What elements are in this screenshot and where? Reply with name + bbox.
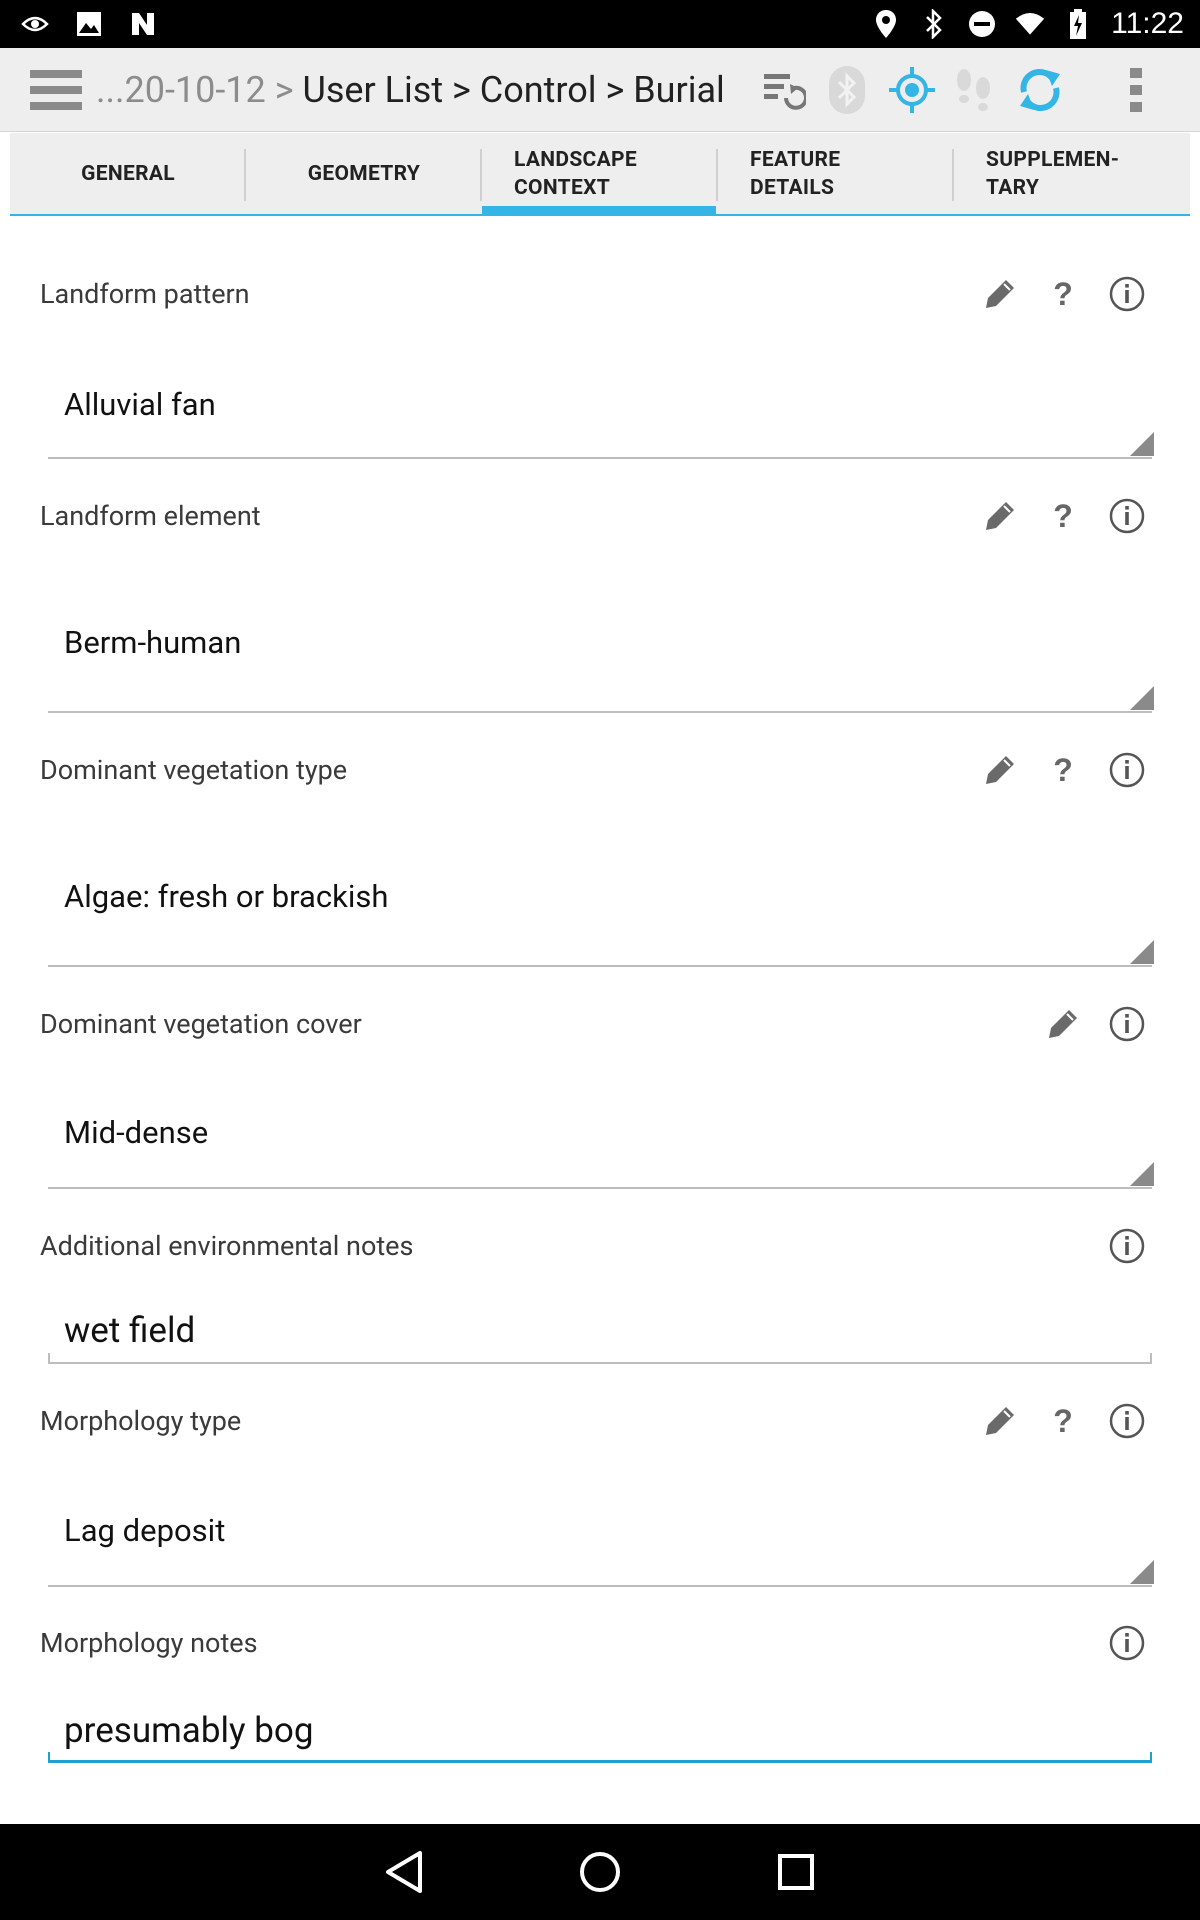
dominant-vegetation-cover-spinner[interactable]: Mid-dense xyxy=(64,1114,208,1151)
breadcrumb-path: User List > Control > Burial xyxy=(302,69,725,111)
field-label-additional-environmental-notes: Additional environmental notes xyxy=(40,1230,414,1262)
spinner-underline xyxy=(48,711,1152,713)
spinner-underline xyxy=(48,1585,1152,1587)
spinner-underline xyxy=(48,965,1152,967)
tab-supplementary-label-line2: TARY xyxy=(986,175,1040,200)
info-icon[interactable] xyxy=(1107,1401,1147,1441)
spinner-corner-indicator xyxy=(1130,940,1154,964)
tab-feature-details[interactable]: FEATURE DETAILS xyxy=(718,133,954,214)
tab-bar: GENERAL GEOMETRY LANDSCAPE CONTEXT FEATU… xyxy=(10,133,1190,216)
form-content: Landform pattern ? Alluvial fan Landform… xyxy=(10,216,1190,1824)
tab-landscape-context-label-line1: LANDSCAPE xyxy=(514,147,637,172)
input-underline-focused xyxy=(48,1760,1152,1763)
tab-general[interactable]: GENERAL xyxy=(10,133,246,214)
spinner-corner-indicator xyxy=(1130,1162,1154,1186)
do-not-disturb-icon xyxy=(967,9,997,39)
pencil-icon[interactable] xyxy=(980,274,1020,314)
tab-feature-details-label-line1: FEATURE xyxy=(750,147,841,172)
field-label-dominant-vegetation-type: Dominant vegetation type xyxy=(40,754,348,786)
info-icon[interactable] xyxy=(1107,496,1147,536)
input-underline xyxy=(48,1362,1152,1364)
status-time: 11:22 xyxy=(1111,7,1184,40)
field-label-landform-element: Landform element xyxy=(40,500,261,532)
back-icon[interactable] xyxy=(380,1848,428,1896)
tab-landscape-context-label-line2: CONTEXT xyxy=(514,175,611,200)
tab-landscape-context[interactable]: LANDSCAPE CONTEXT xyxy=(482,133,718,216)
dominant-vegetation-type-spinner[interactable]: Algae: fresh or brackish xyxy=(64,878,388,915)
tab-geometry[interactable]: GEOMETRY xyxy=(246,133,482,214)
pencil-icon[interactable] xyxy=(980,750,1020,790)
info-icon[interactable] xyxy=(1107,750,1147,790)
breadcrumb-prefix: ...20-10-12 > xyxy=(96,69,303,111)
help-icon[interactable]: ? xyxy=(1043,750,1083,790)
overflow-menu-icon[interactable] xyxy=(1112,66,1160,114)
landform-element-spinner[interactable]: Berm-human xyxy=(64,624,241,661)
wifi-icon xyxy=(1015,9,1045,39)
status-bar: 11:22 xyxy=(0,0,1200,48)
tab-general-label: GENERAL xyxy=(81,161,175,186)
drawer-menu-icon[interactable] xyxy=(30,68,82,112)
bluetooth-icon[interactable] xyxy=(823,66,871,114)
morphology-notes-input[interactable]: presumably bog xyxy=(64,1710,314,1751)
pencil-icon[interactable] xyxy=(980,1401,1020,1441)
field-label-morphology-notes: Morphology notes xyxy=(40,1627,258,1659)
help-icon[interactable]: ? xyxy=(1043,274,1083,314)
bluetooth-icon xyxy=(919,9,949,39)
nfc-icon xyxy=(128,9,158,39)
tracking-footsteps-icon[interactable] xyxy=(950,66,998,114)
additional-environmental-notes-input[interactable]: wet field xyxy=(64,1310,195,1351)
field-label-dominant-vegetation-cover: Dominant vegetation cover xyxy=(40,1008,362,1040)
gps-icon[interactable] xyxy=(888,66,936,114)
navigation-bar xyxy=(0,1824,1200,1920)
breadcrumb[interactable]: ...20-10-12 > User List > Control > Buri… xyxy=(96,48,725,132)
spinner-corner-indicator xyxy=(1130,432,1154,456)
tab-supplementary[interactable]: SUPPLEMEN- TARY xyxy=(954,133,1190,214)
sync-icon[interactable] xyxy=(1016,66,1064,114)
info-icon[interactable] xyxy=(1107,1623,1147,1663)
morphology-type-spinner[interactable]: Lag deposit xyxy=(64,1512,225,1549)
tab-supplementary-label-line1: SUPPLEMEN- xyxy=(986,147,1120,172)
landform-pattern-spinner[interactable]: Alluvial fan xyxy=(64,386,216,423)
image-notification-icon xyxy=(74,9,104,39)
field-label-landform-pattern: Landform pattern xyxy=(40,278,250,310)
spinner-underline xyxy=(48,457,1152,459)
info-icon[interactable] xyxy=(1107,1226,1147,1266)
spinner-underline xyxy=(48,1187,1152,1189)
pencil-icon[interactable] xyxy=(980,496,1020,536)
eye-notification-icon xyxy=(20,9,50,39)
recents-icon[interactable] xyxy=(772,1848,820,1896)
tab-geometry-label: GEOMETRY xyxy=(307,161,421,186)
battery-charging-icon xyxy=(1063,9,1093,39)
sync-records-icon[interactable] xyxy=(760,66,808,114)
info-icon[interactable] xyxy=(1107,1004,1147,1044)
tab-feature-details-label-line2: DETAILS xyxy=(750,175,835,200)
spinner-corner-indicator xyxy=(1130,686,1154,710)
home-icon[interactable] xyxy=(576,1848,624,1896)
field-label-morphology-type: Morphology type xyxy=(40,1405,242,1437)
help-icon[interactable]: ? xyxy=(1043,1401,1083,1441)
spinner-corner-indicator xyxy=(1130,1560,1154,1584)
pencil-icon[interactable] xyxy=(1043,1004,1083,1044)
help-icon[interactable]: ? xyxy=(1043,496,1083,536)
info-icon[interactable] xyxy=(1107,274,1147,314)
location-icon xyxy=(871,9,901,39)
action-bar: ...20-10-12 > User List > Control > Buri… xyxy=(0,48,1200,132)
